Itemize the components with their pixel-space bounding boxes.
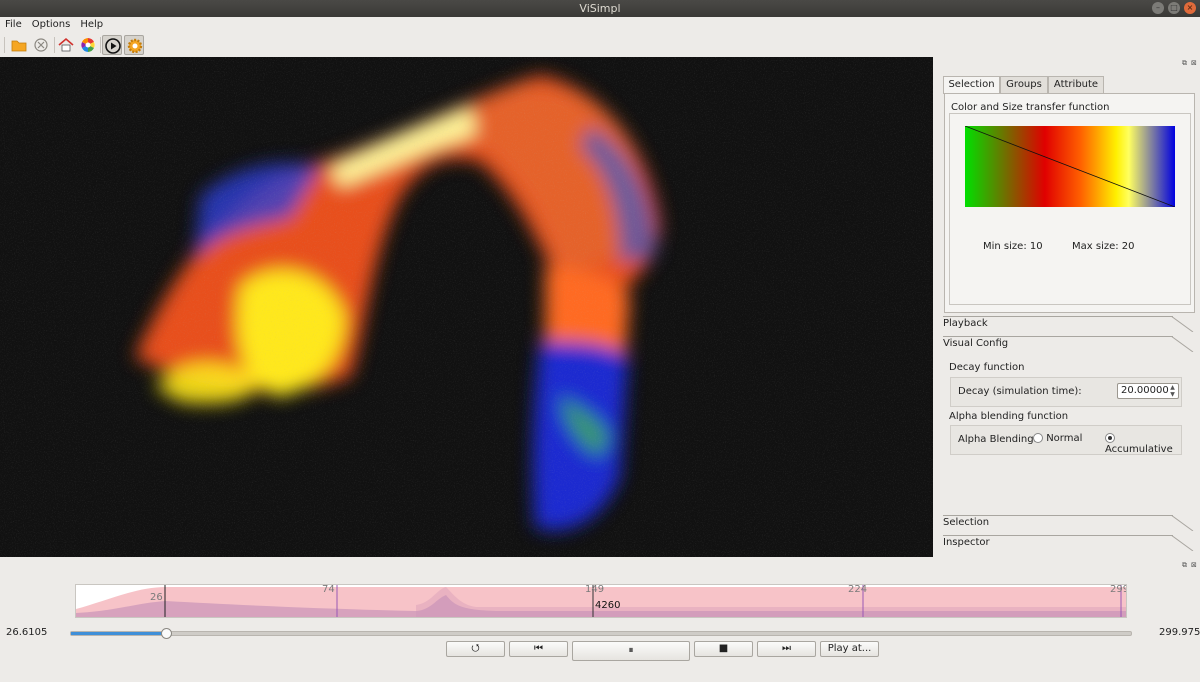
stop-icon: ■: [718, 643, 729, 654]
start-time-label: 26.6105: [6, 627, 48, 638]
section-visual-config[interactable]: Visual Config: [943, 335, 1008, 353]
radio-normal[interactable]: Normal: [1033, 433, 1082, 444]
previous-button[interactable]: ⏮: [509, 641, 568, 657]
next-button[interactable]: ⏭: [757, 641, 816, 657]
section-divider: [943, 336, 1173, 337]
stop-button[interactable]: ■: [694, 641, 753, 657]
cursor-value: 4260: [595, 600, 621, 611]
menu-bar: File Options Help: [0, 17, 1200, 33]
toolbar-separator: [100, 37, 101, 53]
alpha-group-title: Alpha blending function: [949, 411, 1069, 422]
section-corner: [1171, 316, 1194, 332]
window-title: ViSimpl: [579, 2, 621, 15]
color-wheel-icon[interactable]: [78, 35, 98, 55]
transfer-function-title: Color and Size transfer function: [951, 102, 1110, 113]
min-size-label: Min size: 10: [983, 241, 1043, 252]
skip-back-icon: ⏮: [534, 643, 543, 654]
section-corner: [1171, 336, 1194, 352]
decay-spinbox[interactable]: 20.00000 ▲ ▼: [1117, 383, 1179, 399]
simulation-viewport[interactable]: [0, 57, 933, 557]
section-divider: [943, 515, 1173, 516]
section-inspector[interactable]: Inspector: [943, 534, 990, 552]
alpha-group: Alpha Blending: Normal Accumulative: [950, 425, 1182, 455]
restart-icon: ⭯: [471, 643, 480, 654]
pause-button[interactable]: ⏸: [572, 641, 690, 661]
activity-histogram[interactable]: 26 74 149 224 299 4260: [75, 584, 1127, 618]
home-icon[interactable]: [56, 35, 76, 55]
max-size-label: Max size: 20: [1072, 241, 1135, 252]
slider-fill: [71, 632, 166, 635]
selection-tab-pane: Color and Size transfer function Min siz…: [944, 93, 1195, 313]
toolbar-separator: [54, 37, 55, 53]
close-circle-icon[interactable]: [31, 35, 51, 55]
time-slider[interactable]: [70, 628, 1132, 639]
close-window-button[interactable]: ×: [1184, 2, 1196, 14]
folder-open-icon[interactable]: [9, 35, 29, 55]
section-corner: [1171, 535, 1194, 551]
radio-normal-indicator[interactable]: [1033, 433, 1043, 443]
section-divider: [943, 535, 1173, 536]
marker-label: 224: [848, 584, 868, 595]
menu-file[interactable]: File: [0, 17, 27, 33]
section-divider: [943, 316, 1173, 317]
float-icon[interactable]: ⧉: [1182, 59, 1187, 68]
decay-label: Decay (simulation time):: [958, 386, 1082, 397]
play-at-button[interactable]: Play at...: [820, 641, 879, 657]
radio-normal-label: Normal: [1046, 433, 1083, 444]
transfer-function-editor[interactable]: Min size: 10 Max size: 20: [949, 113, 1191, 305]
window-controls: – □ ×: [1152, 2, 1196, 14]
maximize-button[interactable]: □: [1168, 2, 1180, 14]
marker-label: 299: [1110, 584, 1126, 595]
right-dock-panel: ⧉ ⊠ Selection Groups Attribute Color and…: [933, 57, 1200, 557]
section-selection[interactable]: Selection: [943, 514, 989, 532]
marker-label: 149: [585, 584, 605, 595]
tab-groups[interactable]: Groups: [1000, 76, 1048, 94]
marker-label: 74: [322, 584, 335, 595]
section-corner: [1171, 515, 1194, 531]
float-icon[interactable]: ⧉: [1182, 561, 1187, 570]
menu-help[interactable]: Help: [75, 17, 108, 33]
tab-selection[interactable]: Selection: [943, 76, 1000, 94]
decay-group: Decay (simulation time): 20.00000 ▲ ▼: [950, 377, 1182, 407]
alpha-label: Alpha Blending:: [958, 434, 1037, 445]
radio-accumulative-indicator[interactable]: [1105, 433, 1115, 443]
radio-accumulative[interactable]: Accumulative: [1105, 433, 1181, 455]
skip-forward-icon: ⏭: [782, 643, 791, 654]
color-gradient[interactable]: [965, 126, 1175, 207]
restart-button[interactable]: ⭯: [446, 641, 505, 657]
slider-handle[interactable]: [161, 628, 172, 639]
toolbar: [0, 33, 1200, 58]
minimize-button[interactable]: –: [1152, 2, 1164, 14]
section-playback[interactable]: Playback: [943, 315, 988, 333]
decay-value: 20.00000: [1121, 385, 1169, 396]
toolbar-grip: [4, 37, 5, 53]
spin-arrows-icon[interactable]: ▲ ▼: [1168, 384, 1177, 398]
menu-options[interactable]: Options: [27, 17, 76, 33]
gear-icon[interactable]: [124, 35, 144, 55]
title-bar: ViSimpl – □ ×: [0, 0, 1200, 17]
decay-group-title: Decay function: [949, 362, 1025, 373]
tab-attribute[interactable]: Attribute: [1048, 76, 1104, 94]
close-dock-icon[interactable]: ⊠: [1191, 561, 1197, 569]
marker-label: 26: [150, 592, 163, 603]
radio-accumulative-label: Accumulative: [1105, 444, 1173, 455]
end-time-label: 299.975: [1159, 627, 1200, 638]
close-dock-icon[interactable]: ⊠: [1191, 59, 1197, 67]
play-circle-icon[interactable]: [102, 35, 122, 55]
neuron-point-cloud: [0, 57, 933, 557]
pause-icon: ⏸: [628, 645, 634, 656]
playback-dock: ⧉ ⊠ 26 74 149 224 299 4260 26.6105 299.9…: [0, 557, 1200, 682]
